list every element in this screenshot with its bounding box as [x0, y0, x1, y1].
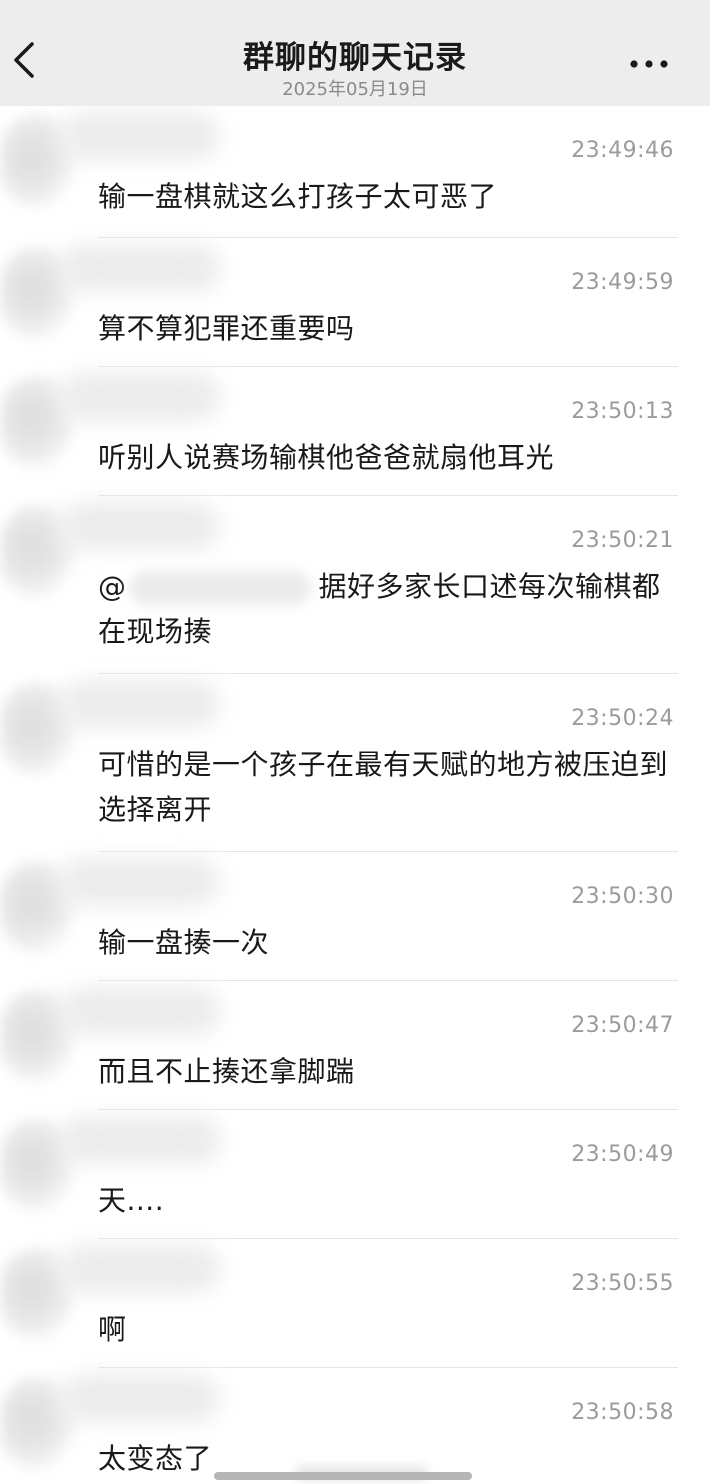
message-item[interactable]: 23:50:21 @ 据好多家长口述每次输棋都在现场揍: [0, 496, 710, 674]
mention-name-redacted[interactable]: [128, 571, 311, 605]
message-time: 23:50:24: [571, 706, 674, 731]
mention-symbol: @: [98, 570, 127, 603]
message-item[interactable]: 23:49:59 算不算犯罪还重要吗: [0, 238, 710, 367]
sender-name-redacted: [60, 858, 220, 906]
sender-name-redacted: [60, 680, 220, 728]
more-horizontal-icon[interactable]: [628, 56, 672, 72]
sender-name-redacted: [60, 1245, 220, 1293]
message-time: 23:49:46: [571, 138, 674, 163]
message-text: @ 据好多家长口述每次输棋都在现场揍: [98, 564, 678, 654]
message-text: 啊: [98, 1313, 127, 1346]
home-indicator[interactable]: [214, 1472, 472, 1480]
message-item[interactable]: 23:49:46 输一盘棋就这么打孩子太可恶了: [0, 106, 710, 238]
sender-name-redacted: [60, 244, 220, 292]
message-time: 23:50:21: [571, 528, 674, 553]
message-time: 23:50:47: [571, 1013, 674, 1038]
message-text: 输一盘揍一次: [98, 926, 270, 959]
message-item[interactable]: 23:50:13 听别人说赛场输棋他爸爸就扇他耳光: [0, 367, 710, 496]
message-item[interactable]: 23:50:24 可惜的是一个孩子在最有天赋的地方被压迫到选择离开: [0, 674, 710, 852]
message-item[interactable]: 23:50:47 而且不止揍还拿脚踹: [0, 981, 710, 1110]
message-time: 23:50:13: [571, 399, 674, 424]
message-item[interactable]: 23:50:49 天....: [0, 1110, 710, 1239]
sender-name-redacted: [60, 112, 220, 160]
chat-date: 2025年05月19日: [282, 79, 428, 100]
sender-name-redacted: [60, 1374, 220, 1422]
message-text: 输一盘棋就这么打孩子太可恶了: [98, 180, 498, 213]
sender-name-redacted: [60, 502, 220, 550]
message-time: 23:50:30: [571, 884, 674, 909]
message-item[interactable]: 23:50:55 啊: [0, 1239, 710, 1368]
message-text: 而且不止揍还拿脚踹: [98, 1055, 355, 1088]
sender-name-redacted: [60, 987, 220, 1035]
sender-name-redacted: [60, 373, 220, 421]
header-bar: 群聊的聊天记录 2025年05月19日: [0, 0, 710, 106]
message-time: 23:49:59: [571, 270, 674, 295]
message-text: 天....: [98, 1184, 165, 1217]
message-time: 23:50:55: [571, 1271, 674, 1296]
sender-name-redacted: [60, 1116, 220, 1164]
message-text: 算不算犯罪还重要吗: [98, 312, 355, 345]
message-time: 23:50:49: [571, 1142, 674, 1167]
message-item[interactable]: 23:50:30 输一盘揍一次: [0, 852, 710, 981]
message-text: 可惜的是一个孩子在最有天赋的地方被压迫到选择离开: [98, 748, 669, 826]
page-title: 群聊的聊天记录: [243, 40, 467, 76]
message-text: 听别人说赛场输棋他爸爸就扇他耳光: [98, 441, 555, 474]
message-time: 23:50:58: [571, 1400, 674, 1425]
